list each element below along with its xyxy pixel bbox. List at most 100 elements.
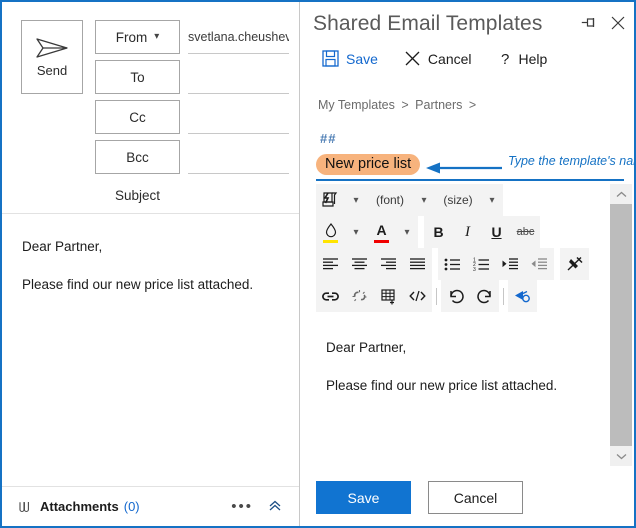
toolbar-row-1: ▾ (font) ▾ (size) ▾: [316, 184, 606, 216]
hash-marker: ##: [320, 131, 336, 146]
email-body-editor[interactable]: Dear Partner, Please find our new price …: [2, 215, 299, 486]
highlight-color-dropdown[interactable]: ▾: [345, 218, 367, 247]
template-body-line-2: Please find our new price list attached.: [326, 376, 596, 396]
attachments-label: Attachments: [40, 499, 119, 514]
template-editor: ▾ (font) ▾ (size) ▾: [316, 184, 606, 466]
editor-toolbar: ▾ (font) ▾ (size) ▾: [316, 184, 606, 312]
cancel-command-label: Cancel: [428, 51, 472, 67]
cc-input[interactable]: [188, 100, 289, 134]
font-family-select[interactable]: (font): [367, 186, 413, 215]
attachments-bar[interactable]: Attachments (0) •••: [2, 486, 299, 526]
insert-macro-icon[interactable]: [508, 282, 537, 311]
clear-formatting-icon[interactable]: [560, 250, 589, 279]
cancel-button[interactable]: Cancel: [428, 481, 523, 514]
toolbar-group-color: ▾ A ▾: [316, 216, 418, 248]
quick-styles-icon[interactable]: [316, 186, 345, 215]
annotation-label: Type the template's name: [508, 154, 636, 168]
source-code-icon[interactable]: [403, 282, 432, 311]
send-button[interactable]: Send: [21, 20, 83, 94]
font-color-letter: A: [376, 222, 386, 238]
to-input[interactable]: [188, 60, 289, 94]
font-color-icon[interactable]: A: [367, 218, 396, 247]
from-button-label: From: [116, 30, 148, 45]
pin-icon[interactable]: [581, 15, 598, 30]
font-family-dropdown[interactable]: ▾: [413, 186, 435, 215]
from-input[interactable]: svetlana.cheusheva: [188, 20, 289, 54]
align-justify-icon[interactable]: [403, 250, 432, 279]
bcc-button-label: Bcc: [126, 150, 149, 165]
toolbar-group-format: B I U abc: [424, 216, 540, 248]
breadcrumb-item-partners[interactable]: Partners: [415, 98, 462, 112]
scrollbar-up-arrow[interactable]: [610, 184, 632, 204]
subject-label: Subject: [95, 188, 180, 203]
breadcrumb-item-my-templates[interactable]: My Templates: [318, 98, 395, 112]
italic-button[interactable]: I: [453, 218, 482, 247]
cc-button[interactable]: Cc: [95, 100, 180, 134]
toolbar-row-4: [316, 280, 606, 312]
save-command-label: Save: [346, 51, 378, 67]
editor-scrollbar[interactable]: [610, 184, 632, 466]
align-right-icon[interactable]: [374, 250, 403, 279]
email-compose-pane: Send From ▾ To Cc Bcc svetlana.cheusheva…: [2, 2, 300, 526]
align-left-icon[interactable]: [316, 250, 345, 279]
help-command-label: Help: [519, 51, 548, 67]
undo-icon[interactable]: [441, 282, 470, 311]
toolbar-row-3: 1 2 3: [316, 248, 606, 280]
breadcrumb-separator: >: [401, 98, 408, 112]
font-color-dropdown[interactable]: ▾: [396, 218, 418, 247]
bold-button[interactable]: B: [424, 218, 453, 247]
cancel-command[interactable]: Cancel: [404, 50, 472, 67]
decrease-indent-icon[interactable]: [525, 250, 554, 279]
bcc-button[interactable]: Bcc: [95, 140, 180, 174]
font-size-select[interactable]: (size): [435, 186, 481, 215]
redo-icon[interactable]: [470, 282, 499, 311]
breadcrumb-separator-2: >: [469, 98, 476, 112]
close-icon[interactable]: [611, 16, 625, 30]
template-body-line-1: Dear Partner,: [326, 338, 596, 358]
help-command[interactable]: ? Help: [498, 50, 548, 67]
compose-header-fields: Send From ▾ To Cc Bcc svetlana.cheusheva…: [2, 2, 299, 214]
scrollbar-thumb[interactable]: [610, 204, 632, 457]
chevron-double-up-icon[interactable]: [267, 499, 283, 515]
strikethrough-button[interactable]: abc: [511, 218, 540, 247]
attachments-count: (0): [124, 499, 140, 514]
numbered-list-icon[interactable]: 1 2 3: [467, 250, 496, 279]
cc-button-label: Cc: [129, 110, 146, 125]
attachments-overflow-button[interactable]: •••: [231, 498, 253, 515]
close-x-icon: [404, 50, 421, 67]
toolbar-divider: [436, 288, 437, 305]
template-name-row: New price list Type the template's name: [316, 154, 624, 180]
scrollbar-down-arrow[interactable]: [610, 446, 632, 466]
bcc-input[interactable]: [188, 140, 289, 174]
align-center-icon[interactable]: [345, 250, 374, 279]
bulleted-list-icon[interactable]: [438, 250, 467, 279]
title-actions: [581, 15, 625, 30]
svg-text:3: 3: [473, 266, 476, 271]
highlight-color-icon[interactable]: [316, 218, 345, 247]
from-button[interactable]: From ▾: [95, 20, 180, 54]
breadcrumb: My Templates > Partners >: [318, 98, 479, 112]
insert-link-icon[interactable]: [316, 282, 345, 311]
to-button-label: To: [130, 70, 144, 85]
template-name-input[interactable]: New price list: [316, 154, 420, 175]
insert-table-icon[interactable]: [374, 282, 403, 311]
toolbar-group-insert: [316, 280, 432, 312]
application-window: Send From ▾ To Cc Bcc svetlana.cheusheva…: [0, 0, 636, 528]
page-title: Shared Email Templates: [313, 12, 542, 36]
quick-styles-dropdown[interactable]: ▾: [345, 186, 367, 215]
template-name-underline: [316, 179, 624, 181]
to-button[interactable]: To: [95, 60, 180, 94]
email-body-line-2: Please find our new price list attached.: [22, 275, 279, 295]
save-command[interactable]: Save: [322, 50, 378, 67]
underline-button[interactable]: U: [482, 218, 511, 247]
toolbar-group-macro: [508, 280, 537, 312]
svg-text:?: ?: [501, 51, 509, 67]
toolbar-group-styles: ▾ (font) ▾ (size) ▾: [316, 184, 503, 216]
increase-indent-icon[interactable]: [496, 250, 525, 279]
save-button[interactable]: Save: [316, 481, 411, 514]
paperclip-icon: [16, 499, 32, 515]
font-size-dropdown[interactable]: ▾: [481, 186, 503, 215]
toolbar-group-align: [316, 248, 432, 280]
template-body-editor[interactable]: Dear Partner, Please find our new price …: [316, 320, 606, 466]
remove-link-icon[interactable]: [345, 282, 374, 311]
